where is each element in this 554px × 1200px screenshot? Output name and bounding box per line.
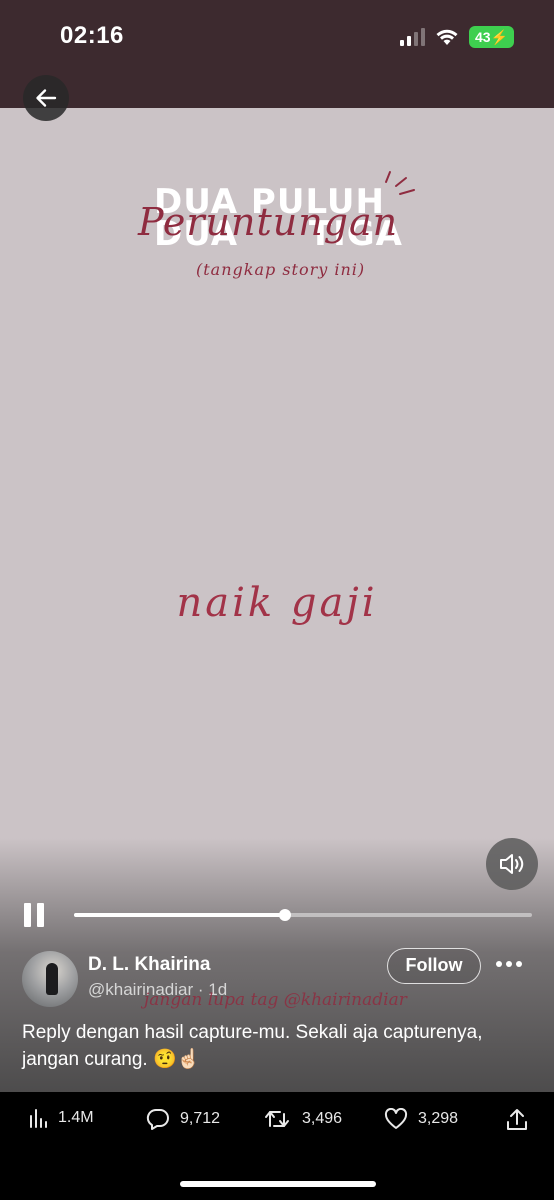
retweet-button[interactable]: 3,496 bbox=[264, 1108, 342, 1130]
analytics-bars-icon bbox=[30, 1109, 47, 1128]
like-count: 3,298 bbox=[418, 1110, 459, 1127]
cellular-signal-icon bbox=[399, 28, 425, 46]
video-title: Peruntungan bbox=[138, 200, 399, 244]
reply-button[interactable]: 9,712 bbox=[146, 1108, 220, 1130]
more-options-button[interactable] bbox=[496, 954, 526, 974]
volume-button[interactable] bbox=[486, 838, 538, 890]
tweet-text: Reply dengan hasil capture-mu. Sekali aj… bbox=[22, 1022, 483, 1070]
wifi-icon bbox=[436, 29, 458, 45]
retweet-icon bbox=[265, 1111, 289, 1127]
status-time: 02:16 bbox=[60, 22, 124, 49]
heart-icon bbox=[384, 1108, 408, 1129]
status-bar: 02:16 43⚡ bbox=[0, 0, 554, 108]
video-subtitle: (tangkap story ini) bbox=[196, 260, 366, 279]
more-dots-icon bbox=[496, 961, 502, 967]
speaker-icon bbox=[500, 854, 524, 874]
battery-indicator: 43⚡ bbox=[468, 26, 514, 48]
home-indicator[interactable] bbox=[180, 1181, 376, 1187]
pause-button[interactable] bbox=[24, 903, 50, 929]
follow-button[interactable]: Follow bbox=[387, 948, 481, 984]
views-count: 1.4M bbox=[58, 1109, 94, 1126]
charging-bolt-icon: ⚡ bbox=[490, 29, 508, 45]
video-progress-bar[interactable] bbox=[74, 909, 532, 921]
progress-fill bbox=[74, 913, 285, 917]
reply-bubble-icon bbox=[146, 1108, 169, 1130]
views-button[interactable]: 1.4M bbox=[28, 1108, 94, 1128]
retweet-count: 3,496 bbox=[302, 1110, 343, 1127]
reply-count: 9,712 bbox=[180, 1110, 221, 1127]
arrow-left-icon bbox=[36, 89, 57, 107]
progress-scrubber-handle[interactable] bbox=[278, 909, 291, 921]
avatar[interactable] bbox=[22, 951, 78, 1007]
video-watermark-text: jangan lupa tag @khairinadiar bbox=[144, 990, 407, 1010]
back-button[interactable] bbox=[23, 75, 69, 121]
video-result-text: naik gaji bbox=[176, 580, 378, 626]
battery-level: 43 bbox=[474, 29, 491, 45]
sparkle-doodle-icon bbox=[385, 171, 415, 195]
like-button[interactable]: 3,298 bbox=[384, 1108, 458, 1130]
pause-icon bbox=[24, 903, 31, 927]
video-player[interactable]: DUA PULUH DUA TIGA Peruntungan (tangkap … bbox=[0, 108, 554, 1092]
share-upload-icon bbox=[507, 1109, 527, 1130]
author-name[interactable]: D. L. Khairina bbox=[88, 954, 210, 976]
share-button[interactable] bbox=[506, 1108, 528, 1132]
status-icons: 43⚡ bbox=[399, 26, 514, 48]
